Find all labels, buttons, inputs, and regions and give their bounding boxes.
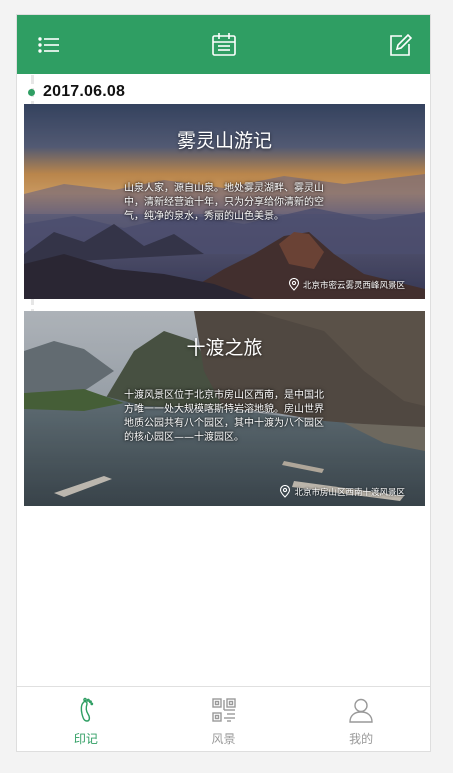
card-description: 山泉人家，源自山泉。地处雾灵湖畔、雾灵山中，清新经营逾十年，只为分享给你清新的空… [124,183,324,222]
travel-card[interactable]: 雾灵山游记 山泉人家，源自山泉。地处雾灵湖畔、雾灵山中，清新经营逾十年，只为分享… [24,104,425,299]
card-title: 十渡之旅 [186,337,263,359]
list-menu-icon[interactable] [35,31,63,59]
date-label: 2017.06.08 [43,83,126,100]
location-label: 北京市房山区西南十渡风景区 [294,487,405,498]
calendar-icon[interactable] [210,31,238,59]
location-label: 北京市密云雾灵西峰风景区 [302,280,405,291]
tab-bar: 印记 风景 我的 [17,686,430,751]
location-pin-icon [288,278,300,291]
tab-label: 我的 [349,732,374,746]
tab-scenery[interactable]: 风景 [155,687,293,751]
tab-mine[interactable]: 我的 [292,687,430,751]
card-description: 十渡风景区位于北京市房山区西南，是中国北方唯一一处大规模喀斯特岩溶地貌。房山世界… [124,390,324,443]
card-location: 北京市密云雾灵西峰风景区 [288,278,405,291]
card-title: 雾灵山游记 [176,130,272,152]
timeline-date: 2017.06.08 [28,83,125,101]
tab-label: 风景 [211,732,236,746]
tab-imprint[interactable]: 印记 [17,687,155,751]
user-icon [349,698,373,723]
tab-label: 印记 [73,732,98,746]
location-pin-icon [280,485,291,498]
app-screen: 2017.06.08 雾灵山游记 山泉人家，源自山泉。地处雾灵湖畔、雾灵山中，清… [16,14,431,752]
travel-card[interactable]: 十渡之旅 十渡风景区位于北京市房山区西南，是中国北方唯一一处大规模喀斯特岩溶地貌… [24,311,425,506]
timeline-dot [28,88,35,96]
card-location: 北京市房山区西南十渡风景区 [279,485,405,498]
app-header [17,15,430,74]
footprint-icon [80,697,94,722]
edit-icon[interactable] [386,31,414,59]
scenery-grid-icon [211,698,236,722]
